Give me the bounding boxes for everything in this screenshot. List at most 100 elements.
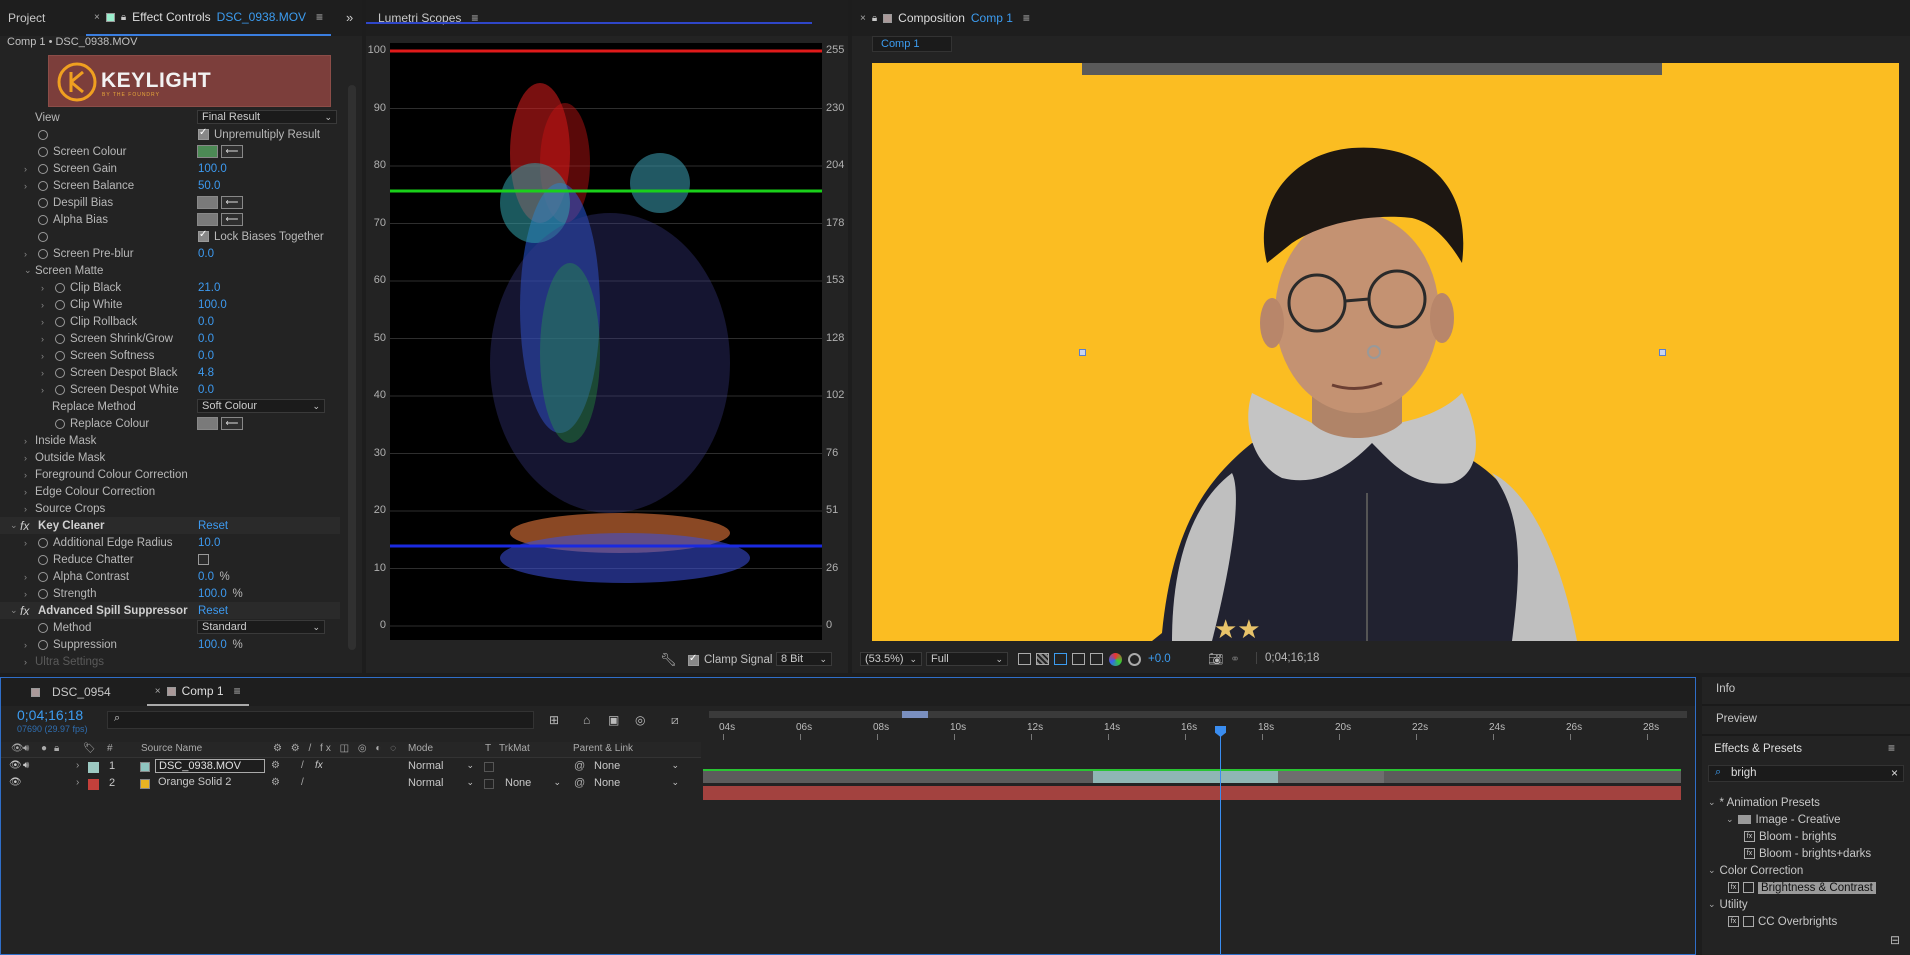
fast-previews-icon[interactable]: [1018, 653, 1031, 665]
eyedropper-icon[interactable]: ⟵: [221, 417, 243, 430]
tab-dsc0954[interactable]: DSC_0954: [1, 677, 119, 707]
exposure-value[interactable]: +0.0: [1148, 653, 1171, 665]
ec-property-row[interactable]: › Clip White 100.0: [0, 296, 340, 313]
twirl-right-icon[interactable]: ›: [76, 777, 79, 788]
bit-depth-dropdown[interactable]: 8 Bit ⌄: [776, 652, 832, 666]
ec-property-row[interactable]: › Inside Mask: [0, 432, 340, 449]
effects-tree-item[interactable]: fx Bloom - brights: [1744, 828, 1836, 845]
stopwatch-icon[interactable]: [55, 418, 65, 429]
property-value[interactable]: 4.8: [198, 367, 214, 379]
eye-icon[interactable]: 👁︎: [9, 760, 22, 771]
ec-property-row[interactable]: Reduce Chatter: [0, 551, 340, 568]
time-ruler[interactable]: 04s 06s 08s 10s 12s 14s 16s 18s 20s 22s 24s 26s 28s: [701, 720, 1695, 740]
pickwhip-icon[interactable]: @: [574, 760, 585, 772]
property-dropdown[interactable]: Standard ⌄: [197, 620, 325, 634]
transform-handle-right[interactable]: [1659, 349, 1666, 356]
property-dropdown[interactable]: Soft Colour ⌄: [197, 399, 325, 413]
stopwatch-icon[interactable]: [38, 129, 48, 140]
ec-property-row[interactable]: ⌄ Screen Matte: [0, 262, 340, 279]
twirl-right-icon[interactable]: ›: [41, 351, 44, 361]
playhead[interactable]: [1215, 726, 1226, 954]
quality-switch-icon[interactable]: /: [301, 777, 304, 788]
twirl-right-icon[interactable]: ›: [41, 283, 44, 293]
ec-property-row[interactable]: › Screen Despot White 0.0: [0, 381, 340, 398]
blend-mode-dropdown[interactable]: Normal ⌄: [408, 777, 474, 791]
effect-reset-link[interactable]: Reset: [198, 605, 228, 617]
twirl-right-icon[interactable]: ›: [24, 538, 27, 548]
shy-switch-icon[interactable]: ⚙: [271, 760, 280, 771]
lock-icon[interactable]: 🔒︎: [872, 13, 877, 24]
ec-property-row[interactable]: › Screen Softness 0.0: [0, 347, 340, 364]
ec-property-row[interactable]: › Ultra Settings: [0, 653, 340, 670]
ec-property-row[interactable]: › Strength 100.0%: [0, 585, 340, 602]
fx-toggle-icon[interactable]: fx: [20, 519, 29, 533]
property-dropdown[interactable]: Final Result ⌄: [197, 110, 337, 124]
eye-icon[interactable]: 👁︎: [9, 777, 22, 788]
col-parent-link[interactable]: Parent & Link: [573, 743, 633, 754]
ec-property-row[interactable]: Alpha Bias ⟵: [0, 211, 340, 228]
twirl-down-icon[interactable]: ⌄: [10, 520, 18, 531]
twirl-down-icon[interactable]: ⌄: [1708, 797, 1716, 808]
ec-property-row[interactable]: Lock Biases Together: [0, 228, 340, 245]
stopwatch-icon[interactable]: [55, 367, 65, 378]
twirl-down-icon[interactable]: ⌄: [24, 265, 32, 276]
property-value[interactable]: 0.0: [198, 571, 214, 583]
panel-menu-icon[interactable]: ≡: [316, 10, 323, 24]
fx-toggle-icon[interactable]: fx: [20, 604, 29, 618]
panel-menu-icon[interactable]: ≡: [234, 684, 241, 698]
ec-property-row[interactable]: › Alpha Contrast 0.0%: [0, 568, 340, 585]
ec-property-row[interactable]: Unpremultiply Result: [0, 126, 340, 143]
twirl-down-icon[interactable]: ⌄: [1726, 814, 1734, 825]
clamp-signal-checkbox[interactable]: [688, 653, 699, 666]
color-swatch[interactable]: [197, 196, 218, 209]
ec-property-row[interactable]: › Screen Pre-blur 0.0: [0, 245, 340, 262]
stopwatch-icon[interactable]: [55, 350, 65, 361]
property-value[interactable]: 0.0: [198, 248, 214, 260]
new-bin-icon[interactable]: ⊟: [1890, 933, 1900, 947]
current-time-display[interactable]: 0;04;16;18: [1256, 652, 1319, 664]
layer-track-1[interactable]: [703, 769, 1681, 783]
twirl-right-icon[interactable]: ›: [24, 657, 27, 667]
preserve-transparency-checkbox[interactable]: [484, 779, 494, 789]
shy-switch-icon[interactable]: ⚙: [271, 777, 280, 788]
scope-settings-icon[interactable]: 🔧︎: [660, 652, 677, 668]
stopwatch-icon[interactable]: [55, 384, 65, 395]
timeline-timecode[interactable]: 0;04;16;18: [17, 707, 83, 723]
stopwatch-icon[interactable]: [55, 333, 65, 344]
layer-row[interactable]: 👁︎ 🔊︎ › 1 DSC_0938.MOV ⚙ / fx Normal ⌄ @ None ⌄: [1, 759, 701, 776]
stopwatch-icon[interactable]: [38, 214, 48, 225]
mask-visibility-icon[interactable]: [1054, 653, 1067, 665]
ec-scrollbar[interactable]: [348, 85, 356, 650]
property-value[interactable]: 100.0: [198, 299, 227, 311]
twirl-right-icon[interactable]: ›: [24, 470, 27, 480]
panel-menu-icon[interactable]: ≡: [1888, 741, 1895, 755]
motion-blur-icon[interactable]: ◎: [635, 713, 645, 727]
layer-name[interactable]: DSC_0938.MOV: [155, 759, 265, 773]
preserve-transparency-checkbox[interactable]: [484, 762, 494, 772]
ec-property-row[interactable]: › Suppression 100.0%: [0, 636, 340, 653]
twirl-right-icon[interactable]: ›: [41, 334, 44, 344]
grid-guides-icon[interactable]: [1090, 653, 1103, 665]
stopwatch-icon[interactable]: [55, 299, 65, 310]
twirl-right-icon[interactable]: ›: [24, 589, 27, 599]
pickwhip-icon[interactable]: @: [574, 777, 585, 789]
comp-subtab[interactable]: Comp 1: [872, 36, 952, 52]
property-value[interactable]: 100.0: [198, 163, 227, 175]
twirl-right-icon[interactable]: ›: [76, 760, 79, 771]
property-value[interactable]: 100.0: [198, 639, 227, 651]
color-swatch[interactable]: [197, 213, 218, 226]
twirl-right-icon[interactable]: ›: [41, 368, 44, 378]
property-value[interactable]: 0.0: [198, 316, 214, 328]
effects-presets-header[interactable]: Effects & Presets: [1714, 743, 1802, 755]
anchor-point-icon[interactable]: [1367, 345, 1381, 359]
ec-property-row[interactable]: › Screen Despot Black 4.8: [0, 364, 340, 381]
twirl-right-icon[interactable]: ›: [24, 249, 27, 259]
work-area-thumb[interactable]: [902, 711, 928, 718]
transparency-grid-icon[interactable]: [1036, 653, 1049, 665]
ec-property-row[interactable]: › Screen Balance 50.0: [0, 177, 340, 194]
stopwatch-icon[interactable]: [38, 622, 48, 633]
col-mode[interactable]: Mode: [408, 743, 433, 754]
panel-menu-icon[interactable]: ≡: [1023, 11, 1030, 25]
property-value[interactable]: 21.0: [198, 282, 220, 294]
col-source-name[interactable]: Source Name: [141, 743, 202, 754]
